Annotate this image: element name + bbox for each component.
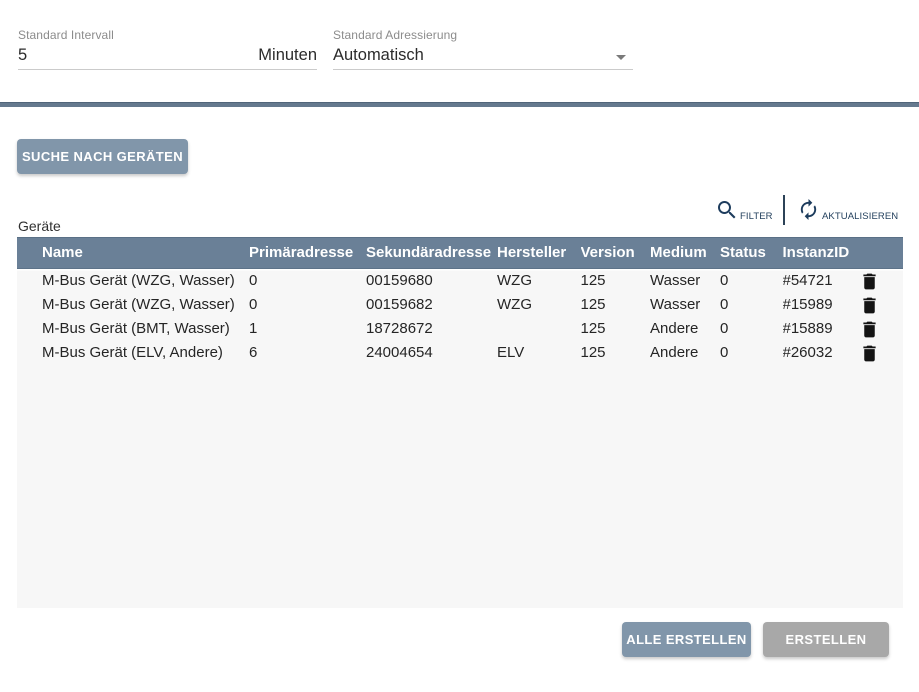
table-cell: 24004654: [366, 344, 497, 361]
table-header: NamePrimäradresseSekundäradresseHerstell…: [17, 237, 903, 269]
table-cell: #26032: [783, 344, 863, 361]
table-cell: 0: [720, 296, 783, 313]
table-cell: 0: [249, 272, 366, 289]
table-cell: 18728672: [366, 320, 497, 337]
table-cell: 0: [249, 296, 366, 313]
trash-icon: [859, 295, 880, 316]
trash-icon: [859, 319, 880, 340]
table-cell: 125: [581, 344, 651, 361]
table-cell: M-Bus Gerät (WZG, Wasser): [42, 296, 249, 313]
table-row: M-Bus Gerät (WZG, Wasser)000159680WZG125…: [17, 269, 903, 293]
column-header-8: InstanzID: [783, 244, 863, 261]
interval-unit-label: Minuten: [258, 42, 317, 65]
table-cell: Andere: [650, 344, 720, 361]
section-divider: [0, 102, 919, 108]
table-cell: 6: [249, 344, 366, 361]
table-row: M-Bus Gerät (WZG, Wasser)000159682WZG125…: [17, 293, 903, 317]
delete-row-button[interactable]: [859, 319, 880, 340]
table-cell: 1: [249, 320, 366, 337]
refresh-label: AKTUALISIEREN: [822, 211, 898, 222]
table-cell: #15889: [783, 320, 863, 337]
table-cell: Wasser: [650, 272, 720, 289]
table-cell: 00159680: [366, 272, 497, 289]
refresh-button[interactable]: AKTUALISIEREN: [799, 195, 900, 225]
column-header-6: Medium: [650, 244, 720, 261]
search-devices-button[interactable]: SUCHE NACH GERÄTEN: [17, 139, 188, 174]
table-cell: WZG: [497, 272, 581, 289]
table-cell: 0: [720, 272, 783, 289]
dropdown-arrow-icon: [616, 55, 626, 60]
delete-row-button[interactable]: [859, 271, 880, 292]
actions-divider: [783, 195, 785, 225]
table-cell: #54721: [783, 272, 863, 289]
table-cell: 125: [581, 296, 651, 313]
table-actions: FILTER AKTUALISIEREN: [700, 195, 900, 225]
delete-row-button[interactable]: [859, 343, 880, 364]
table-cell: 00159682: [366, 296, 497, 313]
table-cell: 0: [720, 320, 783, 337]
table-cell: Andere: [650, 320, 720, 337]
table-cell: M-Bus Gerät (ELV, Andere): [42, 344, 249, 361]
table-row: M-Bus Gerät (ELV, Andere)624004654ELV125…: [17, 341, 903, 365]
table-row: M-Bus Gerät (BMT, Wasser)118728672 125And…: [17, 317, 903, 341]
interval-label: Standard Intervall: [18, 28, 317, 42]
table-cell: M-Bus Gerät (BMT, Wasser): [42, 320, 249, 337]
column-header-3: Sekundäradresse: [366, 244, 497, 261]
addressing-label: Standard Adressierung: [333, 28, 633, 42]
delete-row-button[interactable]: [859, 295, 880, 316]
refresh-icon: [797, 198, 820, 221]
table-cell: 0: [720, 344, 783, 361]
interval-input[interactable]: [18, 42, 218, 65]
search-icon: [715, 198, 739, 222]
table-body: M-Bus Gerät (WZG, Wasser)000159680WZG125…: [17, 269, 903, 609]
column-header-4: Hersteller: [497, 244, 581, 261]
table-caption: Geräte: [18, 218, 61, 234]
addressing-selected-value: Automatisch: [333, 42, 424, 65]
column-header-7: Status: [720, 244, 783, 261]
column-header-2: Primäradresse: [249, 244, 366, 261]
table-cell: 125: [581, 320, 651, 337]
create-button[interactable]: ERSTELLEN: [763, 622, 889, 657]
column-header-5: Version: [581, 244, 651, 261]
table-cell: ELV: [497, 344, 581, 361]
table-cell: WZG: [497, 296, 581, 313]
table-cell: M-Bus Gerät (WZG, Wasser): [42, 272, 249, 289]
table-cell: Wasser: [650, 296, 720, 313]
addressing-field: Standard Adressierung Automatisch: [333, 28, 633, 70]
filter-button[interactable]: FILTER: [716, 195, 776, 225]
table-cell: #15989: [783, 296, 863, 313]
create-all-button[interactable]: ALLE ERSTELLEN: [622, 622, 751, 657]
trash-icon: [859, 343, 880, 364]
filter-label: FILTER: [740, 211, 773, 222]
column-header-1: Name: [42, 244, 249, 261]
table-cell: 125: [581, 272, 651, 289]
interval-field: Standard Intervall Minuten: [18, 28, 317, 70]
trash-icon: [859, 271, 880, 292]
addressing-select[interactable]: Automatisch: [333, 42, 633, 70]
device-table: NamePrimäradresseSekundäradresseHerstell…: [17, 237, 903, 608]
